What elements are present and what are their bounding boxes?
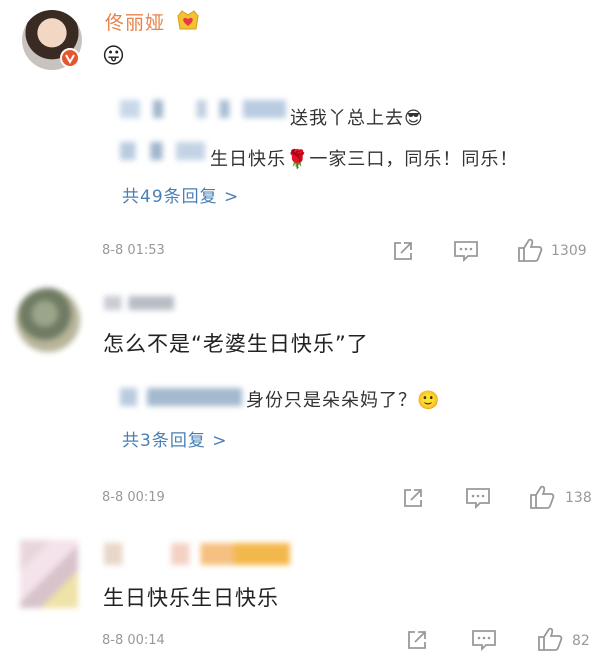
share-icon[interactable] xyxy=(404,627,430,653)
comment-icon[interactable] xyxy=(470,627,498,653)
share-icon[interactable] xyxy=(400,485,426,511)
reply-text: 生日快乐🌹一家三口，同乐！同乐！ xyxy=(210,149,519,170)
share-icon[interactable] xyxy=(390,238,416,264)
reply-user-blurred[interactable] xyxy=(120,388,242,406)
reply-text: 身份只是朵朵妈了？🙂 xyxy=(246,390,441,411)
comment-emoji: 😛 xyxy=(102,44,125,69)
verified-badge-icon xyxy=(60,48,80,68)
avatar[interactable] xyxy=(20,540,78,608)
like-count: 1309 xyxy=(551,243,587,259)
avatar[interactable] xyxy=(16,288,80,352)
timestamp: 8-8 00:19 xyxy=(102,490,165,505)
user-name-blurred[interactable] xyxy=(104,543,290,565)
reply-user-blurred[interactable] xyxy=(120,100,286,118)
timestamp: 8-8 01:53 xyxy=(102,243,165,258)
view-more-replies-link[interactable]: 共49条回复 > xyxy=(122,182,239,207)
user-name[interactable]: 佟丽娅 xyxy=(105,8,165,35)
comment-body: 怎么不是“老婆生日快乐”了 xyxy=(103,332,369,356)
user-name-blurred[interactable] xyxy=(104,296,174,310)
like-count: 138 xyxy=(565,490,592,506)
comment-body: 生日快乐生日快乐 xyxy=(103,586,279,610)
reply-user-blurred[interactable] xyxy=(120,142,205,160)
thumbs-up-icon[interactable] xyxy=(516,236,544,264)
like-count: 82 xyxy=(572,633,590,649)
crown-heart-badge-icon xyxy=(175,8,201,32)
timestamp: 8-8 00:14 xyxy=(102,633,165,648)
thumbs-up-icon[interactable] xyxy=(528,483,556,511)
reply-text: 送我丫总上去😎 xyxy=(290,108,424,129)
comment-icon[interactable] xyxy=(452,238,480,264)
thumbs-up-icon[interactable] xyxy=(536,625,564,653)
comment-icon[interactable] xyxy=(464,485,492,511)
view-more-replies-link[interactable]: 共3条回复 > xyxy=(122,426,227,451)
